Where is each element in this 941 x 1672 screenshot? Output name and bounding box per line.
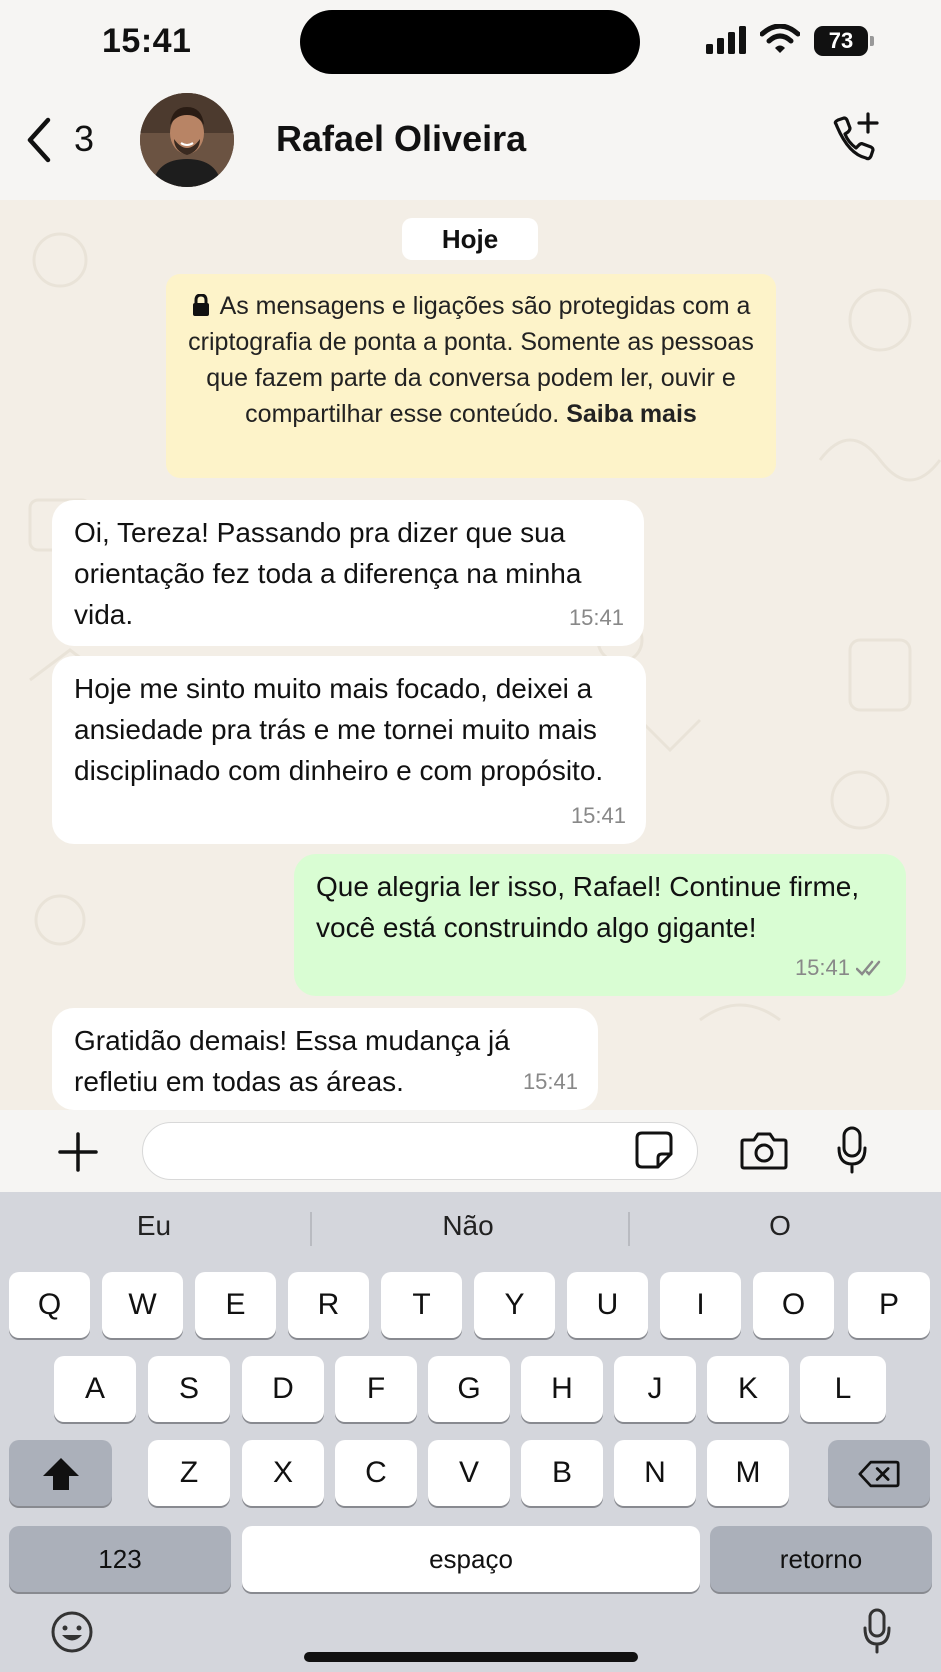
backspace-key[interactable]: [828, 1440, 930, 1506]
mic-icon[interactable]: [836, 1126, 868, 1174]
home-indicator[interactable]: [304, 1652, 638, 1662]
key-z[interactable]: Z: [148, 1440, 230, 1506]
date-chip: Hoje: [402, 218, 538, 260]
numbers-key[interactable]: 123: [9, 1526, 231, 1592]
camera-icon[interactable]: [740, 1130, 788, 1170]
contact-name[interactable]: Rafael Oliveira: [276, 118, 526, 160]
key-x[interactable]: X: [242, 1440, 324, 1506]
incoming-message[interactable]: Gratidão demais! Essa mudança já refleti…: [52, 1008, 598, 1110]
incoming-message[interactable]: Oi, Tereza! Passando pra dizer que sua o…: [52, 500, 644, 646]
lock-icon: [192, 294, 209, 316]
message-time-status: 15:41: [795, 947, 886, 988]
suggestion-divider: [628, 1212, 630, 1246]
key-p[interactable]: P: [848, 1272, 930, 1338]
key-i[interactable]: I: [660, 1272, 741, 1338]
message-time: 15:41: [522, 1069, 578, 1094]
key-d[interactable]: D: [242, 1356, 324, 1422]
message-text: Hoje me sinto muito mais focado, deixei …: [74, 673, 604, 786]
message-text: Que alegria ler isso, Rafael! Continue f…: [316, 871, 860, 943]
message-composer: [0, 1110, 941, 1192]
wifi-icon: [760, 24, 800, 53]
key-n[interactable]: N: [614, 1440, 696, 1506]
double-check-icon: [856, 960, 881, 976]
key-q[interactable]: Q: [9, 1272, 90, 1338]
learn-more-link[interactable]: Saiba mais: [566, 400, 697, 428]
message-text: Gratidão demais! Essa mudança já refleti…: [74, 1025, 510, 1097]
back-chevron-icon[interactable]: [24, 116, 54, 164]
space-key[interactable]: espaço: [242, 1526, 700, 1592]
key-e[interactable]: E: [195, 1272, 276, 1338]
outgoing-message[interactable]: Que alegria ler isso, Rafael! Continue f…: [294, 854, 906, 996]
key-w[interactable]: W: [102, 1272, 183, 1338]
message-text: Oi, Tereza! Passando pra dizer que sua o…: [74, 517, 582, 630]
cellular-signal-icon: [706, 26, 746, 54]
key-o[interactable]: O: [753, 1272, 834, 1338]
suggestion-divider: [310, 1212, 312, 1246]
key-y[interactable]: Y: [474, 1272, 555, 1338]
key-j[interactable]: J: [614, 1356, 696, 1422]
key-b[interactable]: B: [521, 1440, 603, 1506]
key-h[interactable]: H: [521, 1356, 603, 1422]
key-u[interactable]: U: [567, 1272, 648, 1338]
status-bar: 15:41 73: [0, 0, 941, 88]
plus-icon[interactable]: [58, 1132, 98, 1172]
key-m[interactable]: M: [707, 1440, 789, 1506]
status-time: 15:41: [102, 22, 192, 60]
backspace-icon: [858, 1460, 900, 1488]
suggestion-item[interactable]: Eu: [54, 1210, 254, 1242]
emoji-icon[interactable]: [50, 1610, 94, 1654]
unread-count[interactable]: 3: [74, 118, 94, 160]
key-c[interactable]: C: [335, 1440, 417, 1506]
message-time: 15:41: [568, 605, 624, 630]
keyboard: Eu Não O Q W E R T Y U I O P A S D F G H…: [0, 1192, 941, 1672]
suggestion-item[interactable]: O: [680, 1210, 880, 1242]
shift-key[interactable]: [9, 1440, 112, 1506]
suggestion-item[interactable]: Não: [368, 1210, 568, 1242]
key-r[interactable]: R: [288, 1272, 369, 1338]
chat-header: 3 Rafael Oliveira: [0, 88, 941, 200]
avatar-image: [140, 93, 234, 187]
incoming-message[interactable]: Hoje me sinto muito mais focado, deixei …: [52, 656, 646, 844]
battery-cap: [870, 36, 874, 46]
sticker-icon[interactable]: [634, 1130, 674, 1170]
key-l[interactable]: L: [800, 1356, 886, 1422]
dynamic-island: [300, 10, 640, 74]
key-t[interactable]: T: [381, 1272, 462, 1338]
key-s[interactable]: S: [148, 1356, 230, 1422]
return-key[interactable]: retorno: [710, 1526, 932, 1592]
encryption-notice[interactable]: As mensagens e ligações são protegidas c…: [166, 274, 776, 478]
key-a[interactable]: A: [54, 1356, 136, 1422]
dictation-mic-icon[interactable]: [862, 1608, 892, 1654]
battery-level: 73: [814, 26, 868, 56]
suggestion-bar: Eu Não O: [0, 1192, 941, 1264]
shift-icon: [42, 1458, 79, 1491]
battery-icon: 73: [814, 26, 874, 56]
message-time: 15:41: [570, 803, 626, 828]
key-f[interactable]: F: [335, 1356, 417, 1422]
message-time: 15:41: [794, 955, 850, 980]
key-v[interactable]: V: [428, 1440, 510, 1506]
message-input[interactable]: [142, 1122, 698, 1180]
avatar[interactable]: [140, 93, 234, 187]
chat-area[interactable]: Hoje As mensagens e ligações são protegi…: [0, 200, 941, 1110]
add-call-icon[interactable]: [826, 112, 880, 166]
key-g[interactable]: G: [428, 1356, 510, 1422]
key-k[interactable]: K: [707, 1356, 789, 1422]
